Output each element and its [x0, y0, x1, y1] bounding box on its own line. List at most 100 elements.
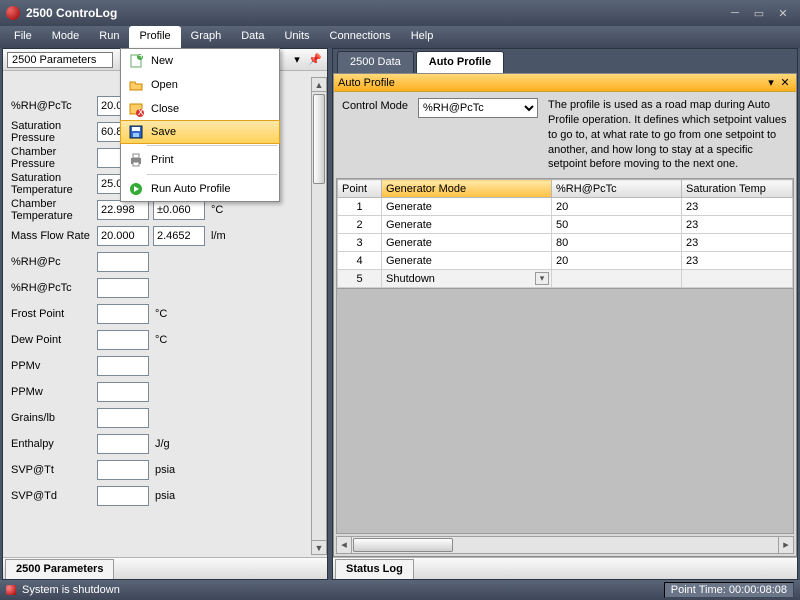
- titlebar: 2500 ControLog ─ ▭ ✕: [0, 0, 800, 26]
- grid-cell[interactable]: Generate: [382, 216, 552, 234]
- param-input[interactable]: [97, 460, 149, 480]
- menu-units[interactable]: Units: [274, 26, 319, 48]
- grid-cell[interactable]: Generate: [382, 198, 552, 216]
- grid-cell[interactable]: 2: [338, 216, 382, 234]
- dropdown-arrow-icon[interactable]: ▾: [289, 52, 305, 68]
- menu-graph[interactable]: Graph: [181, 26, 232, 48]
- maximize-button[interactable]: ▭: [748, 5, 770, 21]
- grid-row[interactable]: 3Generate8023: [338, 234, 793, 252]
- grid-header[interactable]: Saturation Temp: [682, 180, 793, 198]
- param-row: EnthalpyJ/g: [11, 431, 319, 457]
- menu-connections[interactable]: Connections: [320, 26, 401, 48]
- menubar: FileModeRunProfileGraphDataUnitsConnecti…: [0, 26, 800, 48]
- grid-cell[interactable]: 80: [552, 234, 682, 252]
- grid-horizontal-scrollbar[interactable]: ◂ ▸: [336, 536, 794, 554]
- panel-title: Auto Profile: [338, 77, 395, 89]
- grid-row[interactable]: 1Generate2023: [338, 198, 793, 216]
- param-input[interactable]: [97, 252, 149, 272]
- grid-cell[interactable]: Generate: [382, 252, 552, 270]
- scroll-down-icon[interactable]: ▼: [312, 540, 326, 554]
- param-input[interactable]: [97, 226, 149, 246]
- pin-icon[interactable]: 📌: [307, 52, 323, 68]
- grid-cell[interactable]: 23: [682, 198, 793, 216]
- grid-cell[interactable]: [552, 270, 682, 288]
- profile-grid[interactable]: PointGenerator Mode%RH@PcTcSaturation Te…: [336, 178, 794, 289]
- param-label: %RH@Pc: [11, 256, 97, 268]
- grid-cell[interactable]: Generate: [382, 234, 552, 252]
- grid-header[interactable]: Point: [338, 180, 382, 198]
- tab-status-log[interactable]: Status Log: [335, 559, 414, 579]
- app-window: 2500 ControLog ─ ▭ ✕ FileModeRunProfileG…: [0, 0, 800, 600]
- grid-header[interactable]: %RH@PcTc: [552, 180, 682, 198]
- menu-item-label: Save: [151, 126, 176, 138]
- grid-cell[interactable]: 50: [552, 216, 682, 234]
- panel-close-icon[interactable]: ✕: [778, 76, 792, 89]
- grid-row[interactable]: 4Generate2023: [338, 252, 793, 270]
- tab-2500-parameters[interactable]: 2500 Parameters: [5, 559, 114, 579]
- grid-cell[interactable]: 4: [338, 252, 382, 270]
- param-input[interactable]: [97, 200, 149, 220]
- panel-dropdown-icon[interactable]: ▾: [764, 76, 778, 89]
- control-mode-label: Control Mode: [342, 98, 408, 112]
- grid-row[interactable]: 5Shutdown: [338, 270, 793, 288]
- grid-header[interactable]: Generator Mode: [382, 180, 552, 198]
- scroll-right-icon[interactable]: ▸: [778, 537, 793, 553]
- svg-text:+: +: [138, 53, 144, 62]
- grid-cell[interactable]: 23: [682, 252, 793, 270]
- grid-row[interactable]: 2Generate5023: [338, 216, 793, 234]
- profile-menu-run-auto-profile[interactable]: Run Auto Profile: [121, 177, 279, 201]
- param-input[interactable]: [97, 408, 149, 428]
- param-input[interactable]: [97, 356, 149, 376]
- menu-data[interactable]: Data: [231, 26, 274, 48]
- control-mode-select[interactable]: %RH@PcTc: [418, 98, 538, 118]
- menu-file[interactable]: File: [4, 26, 42, 48]
- close-window-button[interactable]: ✕: [772, 5, 794, 21]
- param-input[interactable]: [97, 330, 149, 350]
- grid-cell[interactable]: 3: [338, 234, 382, 252]
- print-icon: [125, 150, 147, 170]
- grid-cell[interactable]: 23: [682, 216, 793, 234]
- scroll-thumb[interactable]: [313, 94, 325, 184]
- param-label: Saturation Temperature: [11, 172, 97, 196]
- profile-menu-new[interactable]: +New: [121, 49, 279, 73]
- param-unit: psia: [155, 490, 175, 502]
- menu-help[interactable]: Help: [401, 26, 444, 48]
- menu-run[interactable]: Run: [89, 26, 129, 48]
- menu-mode[interactable]: Mode: [42, 26, 90, 48]
- grid-cell[interactable]: Shutdown: [382, 270, 552, 288]
- scroll-up-icon[interactable]: ▲: [312, 78, 326, 92]
- menu-profile[interactable]: Profile: [129, 26, 180, 48]
- grid-cell[interactable]: 23: [682, 234, 793, 252]
- param-input[interactable]: [97, 382, 149, 402]
- param-input[interactable]: [153, 226, 205, 246]
- parameters-combo[interactable]: 2500 Parameters: [7, 52, 113, 68]
- param-label: SVP@Tt: [11, 464, 97, 476]
- grid-cell[interactable]: 20: [552, 252, 682, 270]
- param-label: Enthalpy: [11, 438, 97, 450]
- left-vertical-scrollbar[interactable]: ▲ ▼: [311, 77, 327, 555]
- param-input[interactable]: [153, 200, 205, 220]
- param-input[interactable]: [97, 278, 149, 298]
- h-scroll-thumb[interactable]: [353, 538, 453, 552]
- param-label: Mass Flow Rate: [11, 230, 97, 242]
- minimize-button[interactable]: ─: [724, 5, 746, 21]
- grid-cell[interactable]: 20: [552, 198, 682, 216]
- param-input[interactable]: [97, 486, 149, 506]
- tab-2500-data[interactable]: 2500 Data: [337, 51, 414, 73]
- menu-item-label: Print: [151, 154, 174, 166]
- profile-menu-save[interactable]: Save: [120, 120, 280, 144]
- close-icon: x: [125, 99, 147, 119]
- param-label: PPMv: [11, 360, 97, 372]
- param-row: Mass Flow Ratel/m: [11, 223, 319, 249]
- param-input[interactable]: [97, 434, 149, 454]
- grid-cell[interactable]: 5: [338, 270, 382, 288]
- profile-menu-close[interactable]: xClose: [121, 97, 279, 121]
- profile-menu-print[interactable]: Print: [121, 148, 279, 172]
- scroll-left-icon[interactable]: ◂: [337, 537, 352, 553]
- profile-menu-open[interactable]: Open: [121, 73, 279, 97]
- grid-cell[interactable]: 1: [338, 198, 382, 216]
- tab-auto-profile[interactable]: Auto Profile: [416, 51, 504, 73]
- grid-cell[interactable]: [682, 270, 793, 288]
- right-panel: 2500 DataAuto Profile Auto Profile ▾ ✕ C…: [332, 48, 798, 580]
- param-input[interactable]: [97, 304, 149, 324]
